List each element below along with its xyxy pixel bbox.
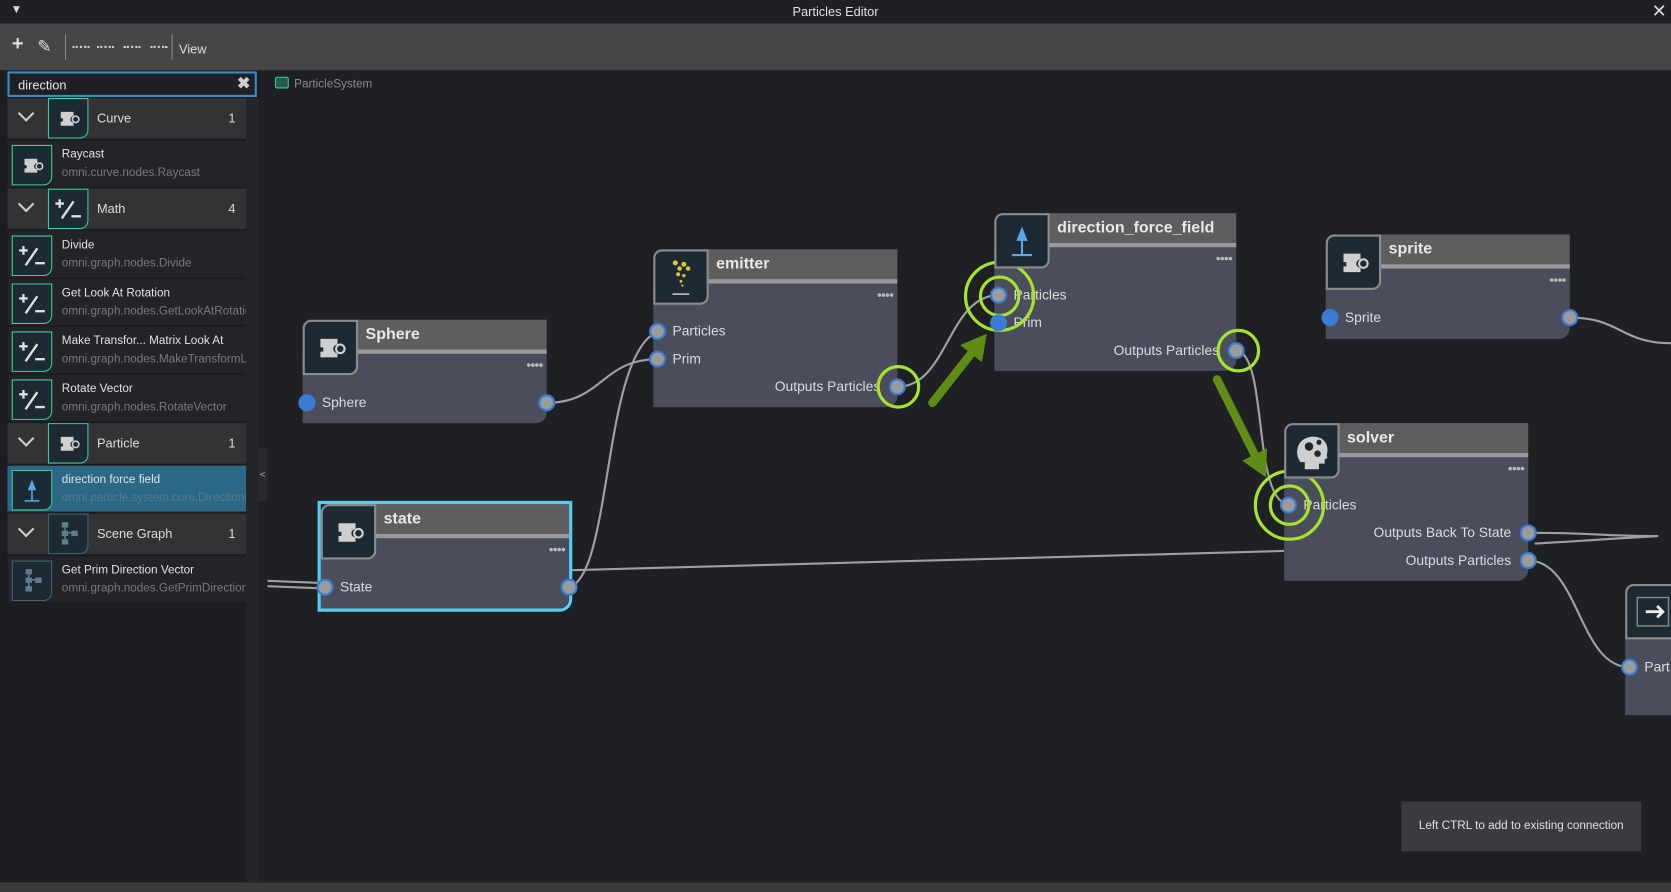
- input-port-label: Prim: [672, 350, 701, 367]
- output-port[interactable]: [1519, 552, 1537, 570]
- wire-sprite-out[interactable]: [1569, 316, 1671, 345]
- wire-state-input[interactable]: [267, 579, 321, 590]
- output-port-label: Outputs Particles: [1113, 342, 1220, 359]
- wire-dff-to-solver[interactable]: [1237, 349, 1290, 507]
- output-port[interactable]: [1519, 524, 1537, 542]
- node-options-icon[interactable]: ●●●●: [548, 545, 565, 555]
- node-options-icon[interactable]: ●●●●: [526, 360, 543, 370]
- input-port-label: Sprite: [1344, 309, 1382, 326]
- node-title: state: [383, 509, 421, 528]
- input-port-label: Sphere: [321, 394, 367, 411]
- node-title: Sphere: [365, 325, 420, 344]
- wire-emitter-to-dff[interactable]: [897, 294, 999, 388]
- node-sphere[interactable]: Sphere ●●●● Sphere: [298, 319, 556, 424]
- output-port[interactable]: [560, 578, 578, 596]
- input-port[interactable]: [649, 350, 667, 368]
- node-output[interactable]: Part: [1620, 584, 1671, 716]
- head-gears-icon: [1284, 423, 1340, 479]
- arrow-right-icon: [1625, 584, 1671, 640]
- node-solver[interactable]: solver ●●●● Particles Outputs Back To State…: [1279, 423, 1537, 581]
- input-port[interactable]: [298, 394, 316, 412]
- node-title: sprite: [1388, 239, 1433, 258]
- wire-state-to-emitter-particles[interactable]: [568, 330, 659, 589]
- wire-state-from-solver[interactable]: [572, 549, 1285, 572]
- input-port[interactable]: [316, 578, 334, 596]
- node-header[interactable]: solver: [1337, 423, 1529, 458]
- input-port[interactable]: [649, 322, 667, 340]
- wire-solver-to-output[interactable]: [1528, 559, 1630, 669]
- node-header[interactable]: emitter: [706, 249, 898, 284]
- wire-solver-back-to-state-loop[interactable]: [1529, 531, 1659, 545]
- node-header[interactable]: state: [374, 504, 570, 539]
- output-port[interactable]: [888, 378, 906, 396]
- node-sprite[interactable]: sprite ●●●● Sprite: [1321, 234, 1579, 339]
- node-options-icon[interactable]: ●●●●: [1549, 275, 1566, 285]
- input-port-label: Part: [1644, 658, 1670, 675]
- input-port-label: Particles: [1013, 286, 1067, 303]
- input-port[interactable]: [1321, 309, 1339, 327]
- node-title: emitter: [716, 254, 770, 273]
- tooltip: Left CTRL to add to existing connection: [1401, 801, 1642, 852]
- prim-icon: [320, 504, 377, 560]
- node-dff[interactable]: direction_force_field ●●●● Particles Prim Ou…: [990, 213, 1245, 371]
- input-port[interactable]: [990, 286, 1008, 304]
- output-port-label: Outputs Back To State: [1373, 524, 1512, 541]
- input-port-label: Prim: [1013, 314, 1042, 331]
- output-port[interactable]: [1561, 309, 1579, 327]
- output-port-label: Outputs Particles: [1405, 552, 1512, 569]
- node-options-icon[interactable]: ●●●●: [877, 290, 894, 300]
- node-header[interactable]: Sphere: [355, 319, 547, 354]
- wire-sphere-to-emitter-prim[interactable]: [546, 358, 658, 404]
- prim-icon: [1325, 234, 1382, 290]
- input-port-label: Particles: [1303, 496, 1357, 513]
- node-title: solver: [1347, 428, 1395, 447]
- direction-arrow-icon: [994, 213, 1050, 269]
- node-options-icon[interactable]: ●●●●: [1508, 464, 1525, 474]
- node-options-icon[interactable]: ●●●●: [1216, 254, 1233, 264]
- node-state[interactable]: state ●●●● State: [316, 500, 578, 612]
- particles-editor-window: ▼ Particles Editor ✕ + ✎ View ✖ Curve1Ra…: [0, 0, 1671, 892]
- input-port-label: State: [339, 578, 373, 595]
- input-port[interactable]: [990, 314, 1008, 332]
- input-port[interactable]: [1620, 658, 1638, 676]
- node-header[interactable]: sprite: [1379, 234, 1570, 269]
- input-port[interactable]: [1279, 496, 1297, 514]
- prim-icon: [302, 319, 359, 376]
- output-port[interactable]: [538, 394, 556, 412]
- input-port-label: Particles: [672, 322, 726, 339]
- output-port[interactable]: [1227, 342, 1245, 360]
- node-header[interactable]: direction_force_field: [1047, 213, 1237, 248]
- emitter-icon: [653, 249, 709, 305]
- node-title: direction_force_field: [1057, 218, 1215, 237]
- output-port-label: Outputs Particles: [774, 378, 881, 395]
- status-bar: [0, 882, 1671, 892]
- node-emitter[interactable]: emitter ●●●● Particles Prim Outputs Particle…: [649, 249, 906, 408]
